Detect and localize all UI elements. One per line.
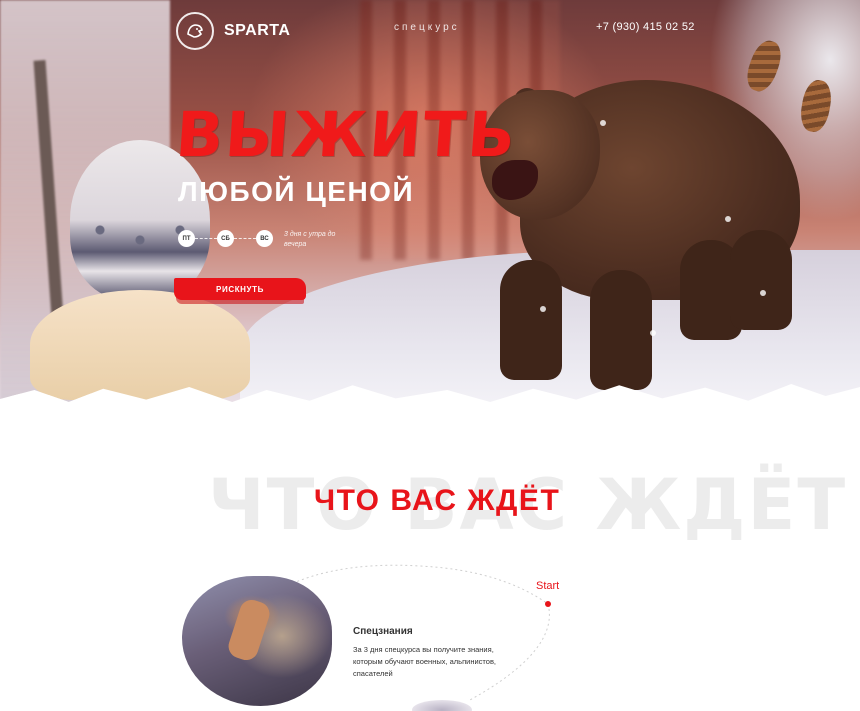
roaring-bear-image bbox=[480, 70, 800, 390]
course-days: ПТ СБ ВС bbox=[178, 230, 273, 247]
day-badge-sun: ВС bbox=[256, 230, 273, 247]
hero-subtitle: ЛЮБОЙ ЦЕНОЙ bbox=[178, 176, 415, 207]
phone-number[interactable]: +7 (930) 415 02 52 bbox=[596, 21, 695, 33]
site-header: SPARTA спецкурс +7 (930) 415 02 52 bbox=[0, 0, 860, 58]
day-connector bbox=[195, 238, 217, 239]
start-marker bbox=[545, 601, 551, 607]
hero-title: ВЫЖИТЬ bbox=[173, 98, 520, 171]
card-title: Спецзнания bbox=[353, 626, 413, 637]
pine-cone-image bbox=[797, 77, 835, 135]
route-dashed-path bbox=[261, 564, 550, 701]
logo[interactable]: SPARTA bbox=[176, 12, 290, 50]
hero-section bbox=[0, 0, 860, 420]
days-note: 3 дня с утра до вечера bbox=[284, 231, 336, 248]
logo-text: SPARTA bbox=[224, 22, 291, 39]
nav-course-link[interactable]: спецкурс bbox=[394, 22, 460, 33]
day-connector bbox=[234, 238, 256, 239]
start-label: Start bbox=[536, 580, 560, 592]
day-badge-sat: СБ bbox=[217, 230, 234, 247]
day-badge-fri: ПТ bbox=[178, 230, 195, 247]
bear-head-logo-icon bbox=[176, 12, 214, 50]
risk-cta-button[interactable]: РИСКНУТЬ bbox=[174, 278, 306, 300]
section-title: ЧТО ВАС ЖДЁТ bbox=[314, 484, 561, 517]
card-description: За 3 дня спецкурса вы получите знания, к… bbox=[353, 645, 497, 678]
